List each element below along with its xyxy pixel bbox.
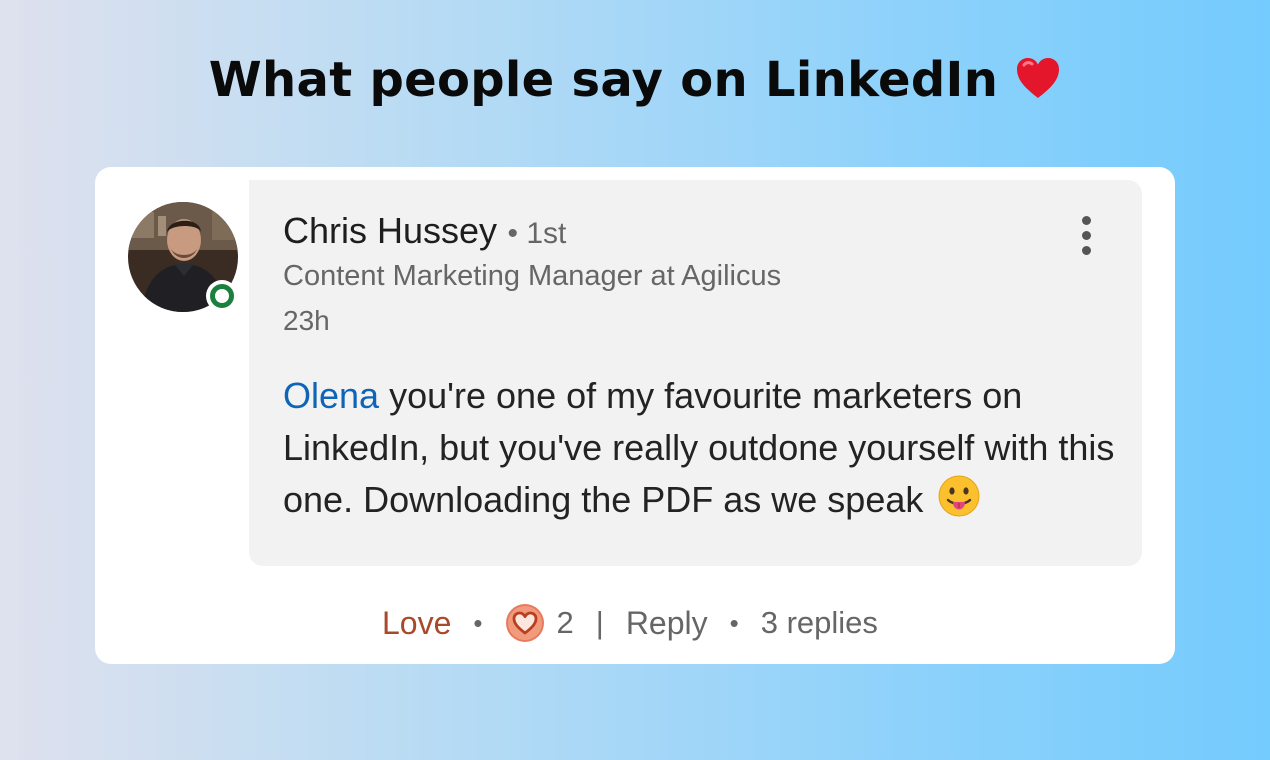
comment-body: Olena you're one of my favourite markete… (283, 370, 1123, 532)
tongue-out-face-icon (937, 474, 981, 532)
love-button[interactable]: Love (382, 605, 451, 642)
red-heart-icon (1015, 52, 1061, 108)
comment-text: you're one of my favourite marketers on … (283, 375, 1115, 520)
online-status-icon (206, 280, 238, 312)
reaction-count[interactable]: 2 (557, 605, 574, 641)
separator-pipe: | (595, 605, 604, 640)
mention-link[interactable]: Olena (283, 375, 379, 416)
author-line: Chris Hussey • 1st (283, 210, 566, 252)
author-name[interactable]: Chris Hussey (283, 210, 497, 251)
love-heart-icon[interactable] (505, 603, 545, 643)
comment-card: Chris Hussey • 1st Content Marketing Man… (95, 167, 1175, 664)
more-options-icon[interactable] (1077, 214, 1097, 258)
author-headline: Content Marketing Manager at Agilicus (283, 260, 782, 292)
comment-bubble: Chris Hussey • 1st Content Marketing Man… (249, 180, 1142, 566)
page-heading: What people say on LinkedIn (0, 52, 1270, 108)
connection-degree: • 1st (507, 217, 567, 250)
comment-actions: Love • 2 | Reply • 3 replies (382, 599, 878, 647)
reply-button[interactable]: Reply (626, 605, 708, 642)
comment-timestamp: 23h (283, 305, 330, 336)
heading-text: What people say on LinkedIn (208, 52, 999, 108)
separator-dot: • (729, 607, 739, 638)
replies-link[interactable]: 3 replies (761, 605, 878, 641)
separator-dot: • (473, 607, 483, 638)
